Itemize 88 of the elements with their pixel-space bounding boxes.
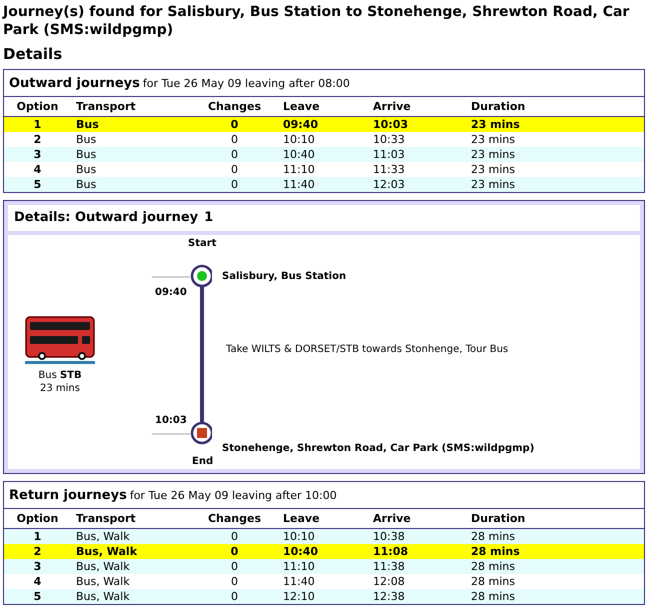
table-cell: 11:08 bbox=[368, 544, 466, 559]
section-heading: Details bbox=[3, 45, 64, 63]
table-cell: 0 bbox=[196, 528, 273, 544]
table-cell: 10:40 bbox=[273, 544, 368, 559]
table-cell: 10:10 bbox=[273, 528, 368, 544]
leg-duration: 23 mins bbox=[40, 382, 80, 395]
table-cell: 09:40 bbox=[273, 116, 368, 132]
table-cell: 23 mins bbox=[466, 177, 644, 192]
start-stop: Salisbury, Bus Station bbox=[222, 270, 346, 283]
table-cell: 11:38 bbox=[368, 559, 466, 574]
table-cell: Bus bbox=[71, 132, 196, 147]
table-cell: 28 mins bbox=[466, 574, 644, 589]
panel-heading: Outward journeys bbox=[9, 76, 140, 91]
table-cell: 23 mins bbox=[466, 132, 644, 147]
panel-heading: Return journeys bbox=[9, 488, 127, 503]
leg-mode: Bus STB bbox=[38, 369, 82, 382]
table-cell: 3 bbox=[4, 147, 71, 162]
instruction-text: Take WILTS & DORSET/STB towards Stonhenge, Tour Bus bbox=[226, 343, 508, 356]
table-cell: 11:10 bbox=[273, 162, 368, 177]
table-cell: Bus, Walk bbox=[71, 544, 196, 559]
table-cell: 11:03 bbox=[368, 147, 466, 162]
table-cell: 0 bbox=[196, 589, 273, 604]
bus-icon bbox=[25, 316, 95, 364]
table-cell: 23 mins bbox=[466, 116, 644, 132]
table-cell: 1 bbox=[4, 528, 71, 544]
table-cell: 28 mins bbox=[466, 528, 644, 544]
start-label: Start bbox=[188, 237, 216, 250]
table-cell: 23 mins bbox=[466, 147, 644, 162]
end-label: End bbox=[192, 455, 214, 468]
table-cell: Bus, Walk bbox=[71, 559, 196, 574]
table-cell: 10:33 bbox=[368, 132, 466, 147]
table-cell: Bus bbox=[71, 177, 196, 192]
table-cell: 10:38 bbox=[368, 528, 466, 544]
table-cell: Bus bbox=[71, 162, 196, 177]
page-title: Journey(s) found for Salisbury, Bus Station to Stonehenge, Shrewton Road, Car Park (SMS:wildpgmp) bbox=[3, 3, 630, 39]
details-heading: Details: Outward journey bbox=[14, 210, 198, 225]
table-cell: 28 mins bbox=[466, 589, 644, 604]
panel-subheading: for Tue 26 May 09 leaving after 08:00 bbox=[142, 77, 350, 90]
journey-row[interactable]: 3 Bus 0 10:40 11:03 23 mins bbox=[4, 147, 644, 162]
table-cell: 0 bbox=[196, 147, 273, 162]
table-cell: 2 bbox=[4, 544, 71, 559]
table-cell: 12:10 bbox=[273, 589, 368, 604]
journey-row[interactable]: 2 Bus 0 10:10 10:33 23 mins bbox=[4, 132, 644, 147]
table-cell: 28 mins bbox=[466, 559, 644, 574]
table-cell: 0 bbox=[196, 162, 273, 177]
table-cell: 0 bbox=[196, 177, 273, 192]
table-cell: 5 bbox=[4, 589, 71, 604]
table-cell: 12:08 bbox=[368, 574, 466, 589]
table-cell: 5 bbox=[4, 177, 71, 192]
table-cell: 11:33 bbox=[368, 162, 466, 177]
journey-row[interactable]: 1 Bus 0 09:40 10:03 23 mins bbox=[4, 116, 644, 132]
table-cell: 0 bbox=[196, 116, 273, 132]
journey-row[interactable]: 2 Bus, Walk 0 10:40 11:08 28 mins bbox=[4, 544, 644, 559]
journey-row[interactable]: 5 Bus, Walk 0 12:10 12:38 28 mins bbox=[4, 589, 644, 604]
table-cell: 11:10 bbox=[273, 559, 368, 574]
table-cell: 12:03 bbox=[368, 177, 466, 192]
table-cell: 0 bbox=[196, 544, 273, 559]
table-cell: Bus bbox=[71, 116, 196, 132]
table-cell: Bus, Walk bbox=[71, 528, 196, 544]
table-cell: 10:10 bbox=[273, 132, 368, 147]
table-cell: 0 bbox=[196, 574, 273, 589]
start-time: 09:40 bbox=[155, 286, 187, 299]
end-stop: Stonehenge, Shrewton Road, Car Park (SMS:wildpgmp) bbox=[222, 442, 534, 455]
table-cell: 12:38 bbox=[368, 589, 466, 604]
table-cell: 0 bbox=[196, 559, 273, 574]
table-cell: 11:40 bbox=[273, 574, 368, 589]
table-cell: 4 bbox=[4, 162, 71, 177]
table-cell: 10:03 bbox=[368, 116, 466, 132]
table-cell: 4 bbox=[4, 574, 71, 589]
journey-row[interactable]: 3 Bus, Walk 0 11:10 11:38 28 mins bbox=[4, 559, 644, 574]
table-cell: 1 bbox=[4, 116, 71, 132]
table-cell: 10:40 bbox=[273, 147, 368, 162]
table-cell: 2 bbox=[4, 132, 71, 147]
table-cell: 3 bbox=[4, 559, 71, 574]
table-cell: Bus, Walk bbox=[71, 574, 196, 589]
journey-number: 1 bbox=[204, 210, 214, 225]
end-time: 10:03 bbox=[155, 414, 187, 427]
table-cell: 23 mins bbox=[466, 162, 644, 177]
table-cell: 11:40 bbox=[273, 177, 368, 192]
journey-row[interactable]: 4 Bus 0 11:10 11:33 23 mins bbox=[4, 162, 644, 177]
table-cell: Bus, Walk bbox=[71, 589, 196, 604]
table-cell: 0 bbox=[196, 132, 273, 147]
journey-row[interactable]: 1 Bus, Walk 0 10:10 10:38 28 mins bbox=[4, 528, 644, 544]
journey-row[interactable]: 5 Bus 0 11:40 12:03 23 mins bbox=[4, 177, 644, 192]
panel-subheading: for Tue 26 May 09 leaving after 10:00 bbox=[130, 489, 337, 502]
journey-row[interactable]: 4 Bus, Walk 0 11:40 12:08 28 mins bbox=[4, 574, 644, 589]
table-cell: Bus bbox=[71, 147, 196, 162]
table-cell: 28 mins bbox=[466, 544, 644, 559]
